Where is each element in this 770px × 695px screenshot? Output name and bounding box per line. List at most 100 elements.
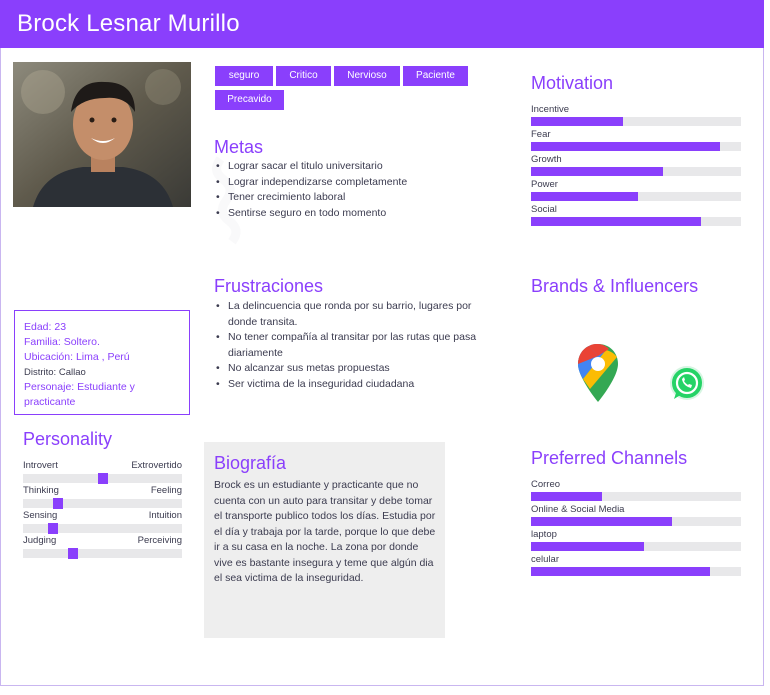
meter-label: Growth (531, 154, 562, 165)
list-item: Lograr independizarse completamente (214, 175, 504, 191)
goals-list: Lograr sacar el titulo universitario Log… (214, 159, 504, 221)
age-row: Edad: 23 (24, 320, 180, 335)
location-row: Ubicación: Lima , Perú (24, 350, 180, 365)
meter-fill (531, 567, 710, 576)
meter-label: Power (531, 179, 558, 190)
meter-fill (531, 492, 602, 501)
personality-trait: Sensing Intuition (23, 510, 182, 534)
header-bar: Brock Lesnar Murillo (0, 0, 764, 48)
trait-left-label: Judging (23, 535, 57, 546)
trait-left-label: Introvert (23, 460, 58, 471)
location-label: Ubicación: (24, 351, 74, 363)
meter-fill (531, 217, 701, 226)
trait-track (23, 548, 182, 559)
trait-knob (48, 523, 58, 534)
trait-labels: Sensing Intuition (23, 510, 182, 522)
trait-left-label: Sensing (23, 510, 58, 521)
brands-title: Brands & Influencers (531, 276, 699, 296)
whatsapp-icon (667, 365, 707, 410)
list-item: La delincuencia que ronda por su barrio,… (214, 299, 499, 330)
meter-fill (531, 192, 638, 201)
photo-image (13, 62, 191, 207)
channels-title: Preferred Channels (531, 448, 688, 468)
character-row: Personaje: Estudiante y practicante (24, 380, 180, 410)
location-value: Lima , Perú (75, 351, 130, 363)
motivation-title: Motivation (531, 73, 614, 93)
demographics-box: Edad: 23 Familia: Soltero. Ubicación: Li… (14, 310, 190, 415)
trait-knob (68, 548, 78, 559)
motivation-meter: Fear (531, 129, 741, 151)
persona-name: Brock Lesnar Murillo (17, 10, 240, 37)
meter-label: Fear (531, 129, 551, 140)
meter-fill (531, 167, 663, 176)
family-row: Familia: Soltero. (24, 335, 180, 350)
meter-track (531, 142, 741, 151)
trait-knob (53, 498, 63, 509)
meter-label: Online & Social Media (531, 504, 625, 515)
meter-fill (531, 117, 623, 126)
channels-meter: celular (531, 554, 741, 576)
frustrations-title: Frustraciones (214, 276, 324, 296)
trait-track (23, 498, 182, 509)
trait-track (23, 473, 182, 484)
motivation-meter: Incentive (531, 104, 741, 126)
age-value: 23 (54, 321, 67, 333)
tag-critico: Critico (276, 66, 331, 86)
persona-photo (13, 62, 191, 207)
district-row: Distrito: Callao (24, 367, 86, 378)
frustrations-list: La delincuencia que ronda por su barrio,… (214, 299, 499, 392)
trait-left-label: Thinking (23, 485, 59, 496)
meter-track (531, 217, 741, 226)
family-value: Soltero. (63, 336, 100, 348)
meter-track (531, 167, 741, 176)
motivation-meter: Power (531, 179, 741, 201)
channels-meter: laptop (531, 529, 741, 551)
meter-fill (531, 142, 720, 151)
meter-fill (531, 517, 672, 526)
trait-track (23, 523, 182, 534)
trait-right-label: Perceiving (137, 535, 182, 546)
meter-label: Incentive (531, 104, 570, 115)
meter-label: laptop (531, 529, 557, 540)
trait-labels: Thinking Feeling (23, 485, 182, 497)
tag-nervioso: Nervioso (334, 66, 400, 86)
goals-title: Metas (214, 137, 264, 157)
bio-text: Brock es un estudiante y practicante que… (214, 479, 436, 584)
list-item: No alcanzar sus metas propuestas (214, 361, 499, 377)
meter-track (531, 492, 741, 501)
tag-precavido: Precavido (215, 90, 284, 110)
meter-track (531, 567, 741, 576)
channels-meter: Correo (531, 479, 741, 501)
google-maps-icon (576, 342, 620, 409)
list-item: Tener crecimiento laboral (214, 190, 504, 206)
meter-track (531, 117, 741, 126)
motivation-meter: Social (531, 204, 741, 226)
tag-seguro: seguro (215, 66, 273, 86)
motivation-meter: Growth (531, 154, 741, 176)
trait-right-label: Intuition (148, 510, 182, 521)
bio-panel: Biografía Brock es un estudiante y pract… (204, 442, 445, 638)
personality-trait: Thinking Feeling (23, 485, 182, 509)
trait-labels: Judging Perceiving (23, 535, 182, 547)
tag-paciente: Paciente (403, 66, 468, 86)
meter-track (531, 542, 741, 551)
personality-trait: Judging Perceiving (23, 535, 182, 559)
character-label: Personaje: (24, 381, 75, 393)
list-item: Sentirse seguro en todo momento (214, 206, 504, 222)
trait-right-label: Extrovertido (131, 460, 182, 471)
trait-right-label: Feeling (150, 485, 182, 496)
trait-knob (98, 473, 108, 484)
list-item: No tener compañía al transitar por las r… (214, 330, 499, 361)
personality-trait: Introvert Extrovertido (23, 460, 182, 484)
trait-labels: Introvert Extrovertido (23, 460, 182, 472)
personality-title: Personality (23, 429, 113, 449)
list-item: Ser victima de la inseguridad ciudadana (214, 377, 499, 393)
family-label: Familia: (24, 336, 61, 348)
meter-fill (531, 542, 644, 551)
meter-track (531, 517, 741, 526)
meter-track (531, 192, 741, 201)
meter-label: Social (531, 204, 557, 215)
bio-title: Biografía (214, 453, 287, 473)
meter-label: Correo (531, 479, 561, 490)
age-label: Edad: (24, 321, 52, 333)
